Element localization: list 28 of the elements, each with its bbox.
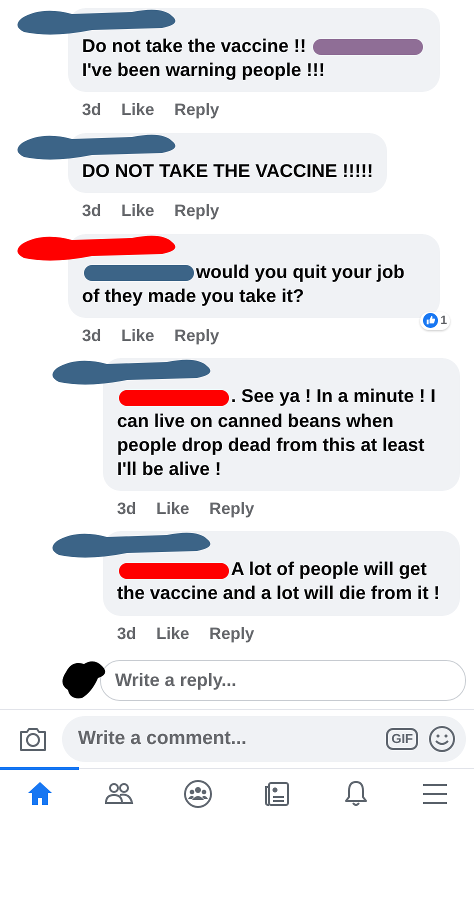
- reply-link[interactable]: Reply: [174, 324, 220, 348]
- comment-text: . See ya ! In a minute ! I can live on canned beans when people drop dead from this at least I'll be alive !: [117, 384, 437, 481]
- group-icon: [182, 778, 214, 810]
- reply-link[interactable]: Reply: [209, 622, 254, 646]
- comment-text: A lot of people will get the vaccine and a lot will die from it !: [117, 557, 441, 606]
- comment-field[interactable]: Write a comment... GIF: [62, 716, 466, 762]
- comment-time: 3d: [82, 100, 102, 122]
- like-link[interactable]: Like: [121, 198, 154, 224]
- like-link[interactable]: Like: [121, 98, 154, 123]
- like-link[interactable]: Like: [121, 324, 154, 348]
- reaction-count: 1: [420, 312, 450, 330]
- reply-field[interactable]: Write a reply...: [100, 660, 466, 702]
- emoji-icon[interactable]: [428, 725, 456, 754]
- comment-text: DO NOT TAKE THE VACCINE !!!!!: [82, 158, 374, 183]
- comment-time: 3d: [82, 200, 102, 222]
- comment-time: 3d: [82, 326, 102, 347]
- comment-time: 3d: [117, 624, 136, 645]
- like-icon: [423, 313, 438, 328]
- camera-icon[interactable]: [18, 725, 48, 754]
- like-link[interactable]: Like: [156, 496, 190, 522]
- comment-time: 3d: [117, 498, 136, 520]
- gif-button[interactable]: GIF: [386, 728, 418, 750]
- reply-link[interactable]: Reply: [174, 198, 220, 224]
- like-link[interactable]: Like: [156, 622, 190, 646]
- comment-text: Do not take the vaccine !! I've been warning people !!!: [82, 34, 426, 82]
- comment-text: would you quit your job of they made you take it?: [82, 260, 406, 308]
- reply-link[interactable]: Reply: [209, 496, 254, 522]
- reply-link[interactable]: Reply: [174, 98, 220, 123]
